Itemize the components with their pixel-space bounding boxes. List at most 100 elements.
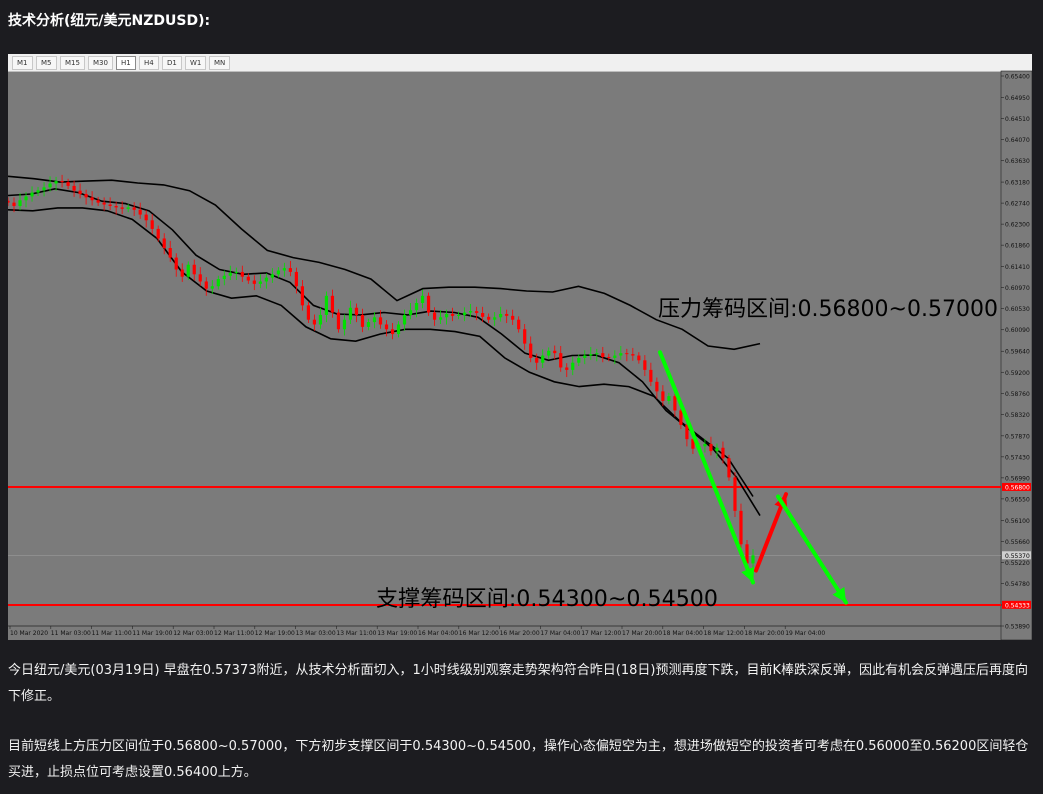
candle-body bbox=[330, 295, 335, 313]
candle-body bbox=[162, 238, 166, 249]
trend-arrow-line bbox=[776, 494, 848, 605]
candle-body bbox=[463, 312, 467, 315]
candle-body bbox=[126, 207, 130, 209]
chart-canvas: 0.65400 0.64950 0.64510 0.64070 0.63630 0.631… bbox=[8, 70, 1032, 640]
candle-body bbox=[96, 200, 100, 203]
candle-body bbox=[733, 477, 737, 511]
bollinger-lower-band bbox=[8, 207, 754, 497]
candle-body bbox=[258, 281, 262, 284]
y-tick-label: 0.63630 bbox=[1005, 158, 1030, 165]
candle-body bbox=[66, 182, 70, 186]
candle-body bbox=[312, 319, 317, 325]
candle-body bbox=[571, 362, 575, 370]
candle-body bbox=[457, 314, 461, 316]
candle-body bbox=[396, 324, 401, 335]
candle-body bbox=[234, 271, 238, 273]
candle-body bbox=[306, 305, 311, 320]
analysis-paragraph-1: 今日纽元/美元(03月19日) 早盘在0.57373附近，从技术分析面切入，1小… bbox=[8, 663, 1028, 704]
analysis-paragraph-2: 目前短线上方压力区间位于0.56800~0.57000，下方初步支撑区间于0.5… bbox=[8, 739, 1029, 780]
candle-body bbox=[517, 319, 521, 330]
candle-body bbox=[649, 369, 653, 382]
candle-body bbox=[72, 185, 76, 191]
bollinger-upper-band bbox=[8, 175, 761, 351]
candle-body bbox=[78, 190, 82, 195]
candle-body bbox=[300, 286, 304, 306]
candle-body bbox=[559, 353, 563, 368]
candle-body bbox=[222, 275, 226, 280]
candle-body bbox=[408, 310, 413, 315]
x-tick-label: 17 Mar 20:00 bbox=[622, 630, 662, 637]
support-annotation: 支撑筹码区间:0.54300~0.54500 bbox=[376, 587, 718, 612]
candle-body bbox=[607, 356, 611, 358]
candle-body bbox=[438, 317, 443, 320]
candle-body bbox=[8, 200, 10, 203]
candle-body bbox=[583, 355, 587, 358]
x-tick-label: 12 Mar 11:00 bbox=[214, 630, 254, 637]
candle-body bbox=[727, 458, 731, 478]
y-tick-label: 0.58320 bbox=[1005, 412, 1030, 419]
y-tick-label: 0.65400 bbox=[1005, 74, 1030, 81]
candle-body bbox=[264, 277, 268, 282]
y-tick-label: 0.56990 bbox=[1005, 475, 1030, 482]
x-tick-label: 17 Mar 04:00 bbox=[540, 630, 580, 637]
candle-body bbox=[252, 280, 256, 284]
candle-body bbox=[469, 311, 473, 313]
candle-body bbox=[637, 355, 641, 361]
candle-body bbox=[577, 357, 581, 363]
candle-body bbox=[493, 317, 497, 320]
candle-body bbox=[426, 295, 431, 313]
candle-body bbox=[535, 357, 539, 363]
x-tick-label: 10 Mar 2020 bbox=[10, 630, 48, 637]
candle-body bbox=[48, 183, 52, 188]
x-tick-label: 16 Mar 20:00 bbox=[500, 630, 540, 637]
candle-body bbox=[631, 354, 635, 356]
candle-body bbox=[42, 187, 46, 191]
bollinger-middle-band bbox=[8, 187, 761, 517]
candle-body bbox=[751, 555, 755, 564]
candle-body bbox=[246, 276, 250, 281]
candle-body bbox=[709, 443, 713, 452]
page-title: 技术分析(纽元/美元NZDUSD): bbox=[8, 13, 211, 29]
y-tick-label: 0.63180 bbox=[1005, 180, 1030, 187]
candle-body bbox=[414, 302, 419, 311]
candle-body bbox=[216, 279, 220, 287]
candle-body bbox=[132, 207, 136, 210]
candle-body bbox=[643, 360, 647, 370]
candle-body bbox=[192, 264, 196, 275]
candle-body bbox=[589, 354, 593, 356]
y-tick-label: 0.57870 bbox=[1005, 433, 1030, 440]
candle-body bbox=[667, 396, 671, 401]
candle-body bbox=[150, 220, 154, 229]
candle-body bbox=[547, 350, 551, 356]
x-tick-label: 13 Mar 11:00 bbox=[336, 630, 376, 637]
candle-body bbox=[685, 424, 689, 440]
candle-body bbox=[721, 447, 725, 459]
y-tick-label: 0.56550 bbox=[1005, 496, 1030, 503]
candle-body bbox=[378, 317, 383, 325]
candle-body bbox=[505, 313, 509, 316]
x-tick-label: 18 Mar 12:00 bbox=[704, 630, 744, 637]
candle-body bbox=[523, 329, 527, 344]
candle-body bbox=[553, 350, 557, 354]
x-tick-label: 16 Mar 12:00 bbox=[459, 630, 499, 637]
support-price-label: 0.54333 bbox=[1005, 602, 1030, 609]
candle-body bbox=[210, 286, 214, 289]
x-tick-label: 11 Mar 11:00 bbox=[92, 630, 132, 637]
candle-body bbox=[318, 314, 323, 325]
y-tick-label: 0.60970 bbox=[1005, 285, 1030, 292]
candle-body bbox=[475, 311, 479, 314]
candle-body bbox=[108, 204, 112, 206]
candle-body bbox=[198, 274, 202, 282]
candle-body bbox=[270, 274, 274, 278]
candle-body bbox=[511, 315, 515, 320]
y-tick-label: 0.53890 bbox=[1005, 624, 1030, 631]
candle-body bbox=[420, 295, 425, 303]
candle-body bbox=[366, 322, 371, 327]
candle-body bbox=[450, 313, 455, 316]
candle-body bbox=[276, 270, 280, 275]
candle-body bbox=[613, 355, 617, 358]
candle-body bbox=[324, 295, 329, 315]
y-tick-label: 0.62300 bbox=[1005, 222, 1030, 229]
candle-body bbox=[18, 200, 22, 206]
candle-body bbox=[619, 353, 623, 356]
